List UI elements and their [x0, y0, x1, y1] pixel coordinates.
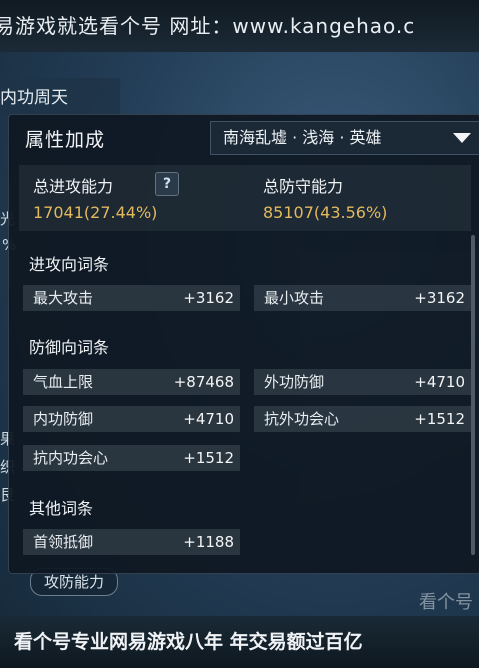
stat-row: 首领抵御 +1188	[23, 529, 240, 555]
panel-title: 属性加成	[25, 129, 106, 151]
total-attack-label: 总进攻能力	[33, 177, 114, 196]
stat-row: 内功防御 +4710	[23, 406, 240, 432]
scene-select-dropdown[interactable]: 南海乱墟 · 浅海 · 英雄	[210, 121, 479, 155]
stat-row: 抗外功会心 +1512	[254, 406, 471, 432]
triangle-down-icon	[453, 133, 471, 143]
stat-row: 抗内功会心 +1512	[23, 445, 240, 471]
summary-box: 总进攻能力 ? 17041(27.44%) 总防守能力 85107(43.56%…	[19, 165, 471, 231]
watermark-logo: 看个号	[419, 592, 473, 613]
stat-row: 外功防御 +4710	[254, 369, 471, 395]
section-title-defense: 防御向词条	[29, 338, 110, 357]
stat-row: 最大攻击 +3162	[23, 285, 240, 311]
stat-row: 最小攻击 +3162	[254, 285, 471, 311]
question-mark-icon[interactable]: ?	[155, 172, 179, 196]
top-ad-banner: 易游戏就选看个号 网址：www.kangehao.c	[0, 0, 479, 52]
section-title-attack: 进攻向词条	[29, 255, 110, 274]
dropdown-selected-value: 南海乱墟 · 浅海 · 英雄	[223, 128, 382, 147]
total-attack-value: 17041(27.44%)	[33, 203, 158, 222]
total-defense-label: 总防守能力	[263, 177, 344, 196]
section-title-other: 其他词条	[29, 499, 94, 518]
background-tab-inner-cycle[interactable]: 内功周天	[0, 78, 120, 118]
total-defense-value: 85107(43.56%)	[263, 203, 388, 222]
attribute-bonus-panel: 属性加成 南海乱墟 · 浅海 · 英雄 总进攻能力 ? 17041(27.44%…	[8, 114, 479, 574]
bottom-ad-banner: 看个号专业网易游戏八年 年交易额过百亿	[0, 616, 479, 668]
stat-row: 气血上限 +87468	[23, 369, 240, 395]
panel-scrollbar[interactable]	[471, 235, 475, 555]
